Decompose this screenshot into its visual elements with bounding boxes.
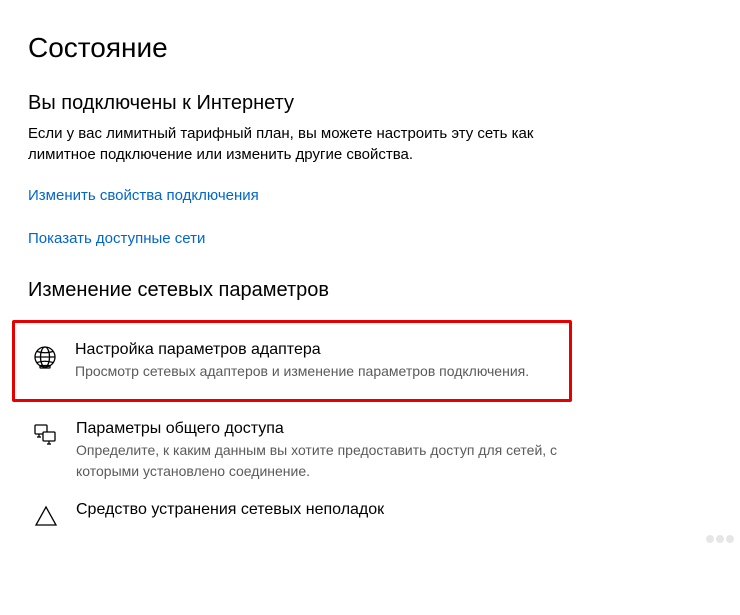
sharing-settings-desc: Определите, к каким данным вы хотите пре…: [76, 440, 580, 481]
adapter-settings-desc: Просмотр сетевых адаптеров и изменение п…: [75, 361, 561, 381]
globe-icon: [31, 343, 59, 371]
status-description: Если у вас лимитный тарифный план, вы мо…: [28, 123, 568, 165]
adapter-settings-option[interactable]: Настройка параметров адаптера Просмотр с…: [12, 320, 572, 402]
troubleshoot-option[interactable]: Средство устранения сетевых неполадок: [28, 491, 588, 531]
page-title: Состояние: [28, 32, 712, 64]
change-connection-properties-link[interactable]: Изменить свойства подключения: [28, 187, 712, 204]
troubleshoot-icon: [32, 503, 60, 531]
show-available-networks-link[interactable]: Показать доступные сети: [28, 230, 712, 247]
sharing-settings-option[interactable]: Параметры общего доступа Определите, к к…: [28, 410, 588, 491]
sharing-settings-title: Параметры общего доступа: [76, 420, 580, 438]
watermark-dots: [706, 535, 734, 543]
sharing-icon: [32, 422, 60, 450]
troubleshoot-title: Средство устранения сетевых неполадок: [76, 501, 580, 519]
network-settings-heading: Изменение сетевых параметров: [28, 279, 712, 302]
adapter-settings-title: Настройка параметров адаптера: [75, 341, 561, 359]
status-heading: Вы подключены к Интернету: [28, 92, 712, 115]
